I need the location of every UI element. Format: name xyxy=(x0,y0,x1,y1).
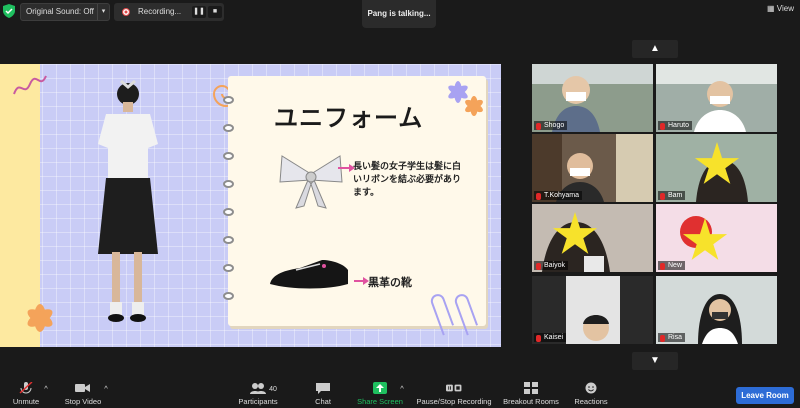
binder-ring xyxy=(223,236,234,244)
record-icon xyxy=(122,8,130,16)
breakout-rooms-icon xyxy=(524,382,538,394)
view-button[interactable]: ▦ View xyxy=(767,4,794,13)
chat-button[interactable]: Chat xyxy=(308,382,338,406)
share-options-caret[interactable]: ^ xyxy=(398,384,406,393)
white-ribbon-image xyxy=(279,155,343,209)
gallery-scroll-down-button[interactable]: ▼ xyxy=(632,352,678,370)
pause-stop-icon xyxy=(446,384,462,392)
flower-decoration xyxy=(448,81,483,116)
gallery-scroll-up-button[interactable]: ▲ xyxy=(632,40,678,58)
shared-screen-slide: ユニフォーム 長い髪の女子学生は髪に白いリボンを結ぶ必要があります。 黒革の靴 xyxy=(0,64,501,347)
stop-video-button[interactable]: Stop Video xyxy=(60,382,106,406)
smiley-icon xyxy=(585,382,597,394)
chevron-up-icon: ▲ xyxy=(650,43,660,54)
chevron-down-icon[interactable]: ▾ xyxy=(97,4,109,20)
meeting-toolbar: Unmute ^ Stop Video ^ Participants 40 Ch… xyxy=(0,378,800,408)
participant-name: Haruto xyxy=(658,121,693,130)
binder-ring xyxy=(223,208,234,216)
participant-tile[interactable]: Shogo xyxy=(532,64,653,132)
chevron-down-icon: ▼ xyxy=(650,355,660,366)
slide-title: ユニフォーム xyxy=(274,105,424,132)
top-bar: Original Sound: Off ▾ Recording... ❚❚ ■ P… xyxy=(0,0,800,28)
unmute-button[interactable]: Unmute xyxy=(8,382,44,406)
participants-label: Participants xyxy=(238,397,278,406)
chat-bubble-icon xyxy=(316,383,330,394)
participant-tile[interactable]: Haruto xyxy=(656,64,777,132)
breakout-rooms-button[interactable]: Breakout Rooms xyxy=(500,382,562,406)
original-sound-label: Original Sound: Off xyxy=(26,7,94,16)
flower-decoration xyxy=(27,304,53,332)
participant-name: Kaisei xyxy=(534,333,567,342)
participant-name: Bam xyxy=(658,191,686,200)
participant-tile[interactable]: T.Kohyama xyxy=(532,134,653,202)
paperclip-decoration xyxy=(430,294,478,336)
chat-label: Chat xyxy=(315,397,331,406)
participants-icon xyxy=(250,383,266,394)
grid-icon: ▦ xyxy=(767,4,777,13)
participants-count: 40 xyxy=(269,386,277,393)
shoe-description: 黒革の靴 xyxy=(368,277,412,289)
share-screen-label: Share Screen xyxy=(357,397,403,406)
participant-name: Baiyok xyxy=(534,261,569,270)
pause-stop-recording-label: Pause/Stop Recording xyxy=(416,397,492,406)
participant-tile[interactable]: Bam xyxy=(656,134,777,202)
participant-name: T.Kohyama xyxy=(534,191,583,200)
participant-tile[interactable]: Kaisei xyxy=(532,276,653,344)
binder-ring xyxy=(223,264,234,272)
ribbon-description: 長い髪の女子学生は髪に白いリボンを結ぶ必要があります。 xyxy=(353,161,462,197)
participant-tile[interactable]: Baiyok xyxy=(532,204,653,272)
muted-microphone-icon xyxy=(19,382,33,394)
student-uniform-image xyxy=(98,79,158,322)
original-sound-button[interactable]: Original Sound: Off ▾ xyxy=(20,3,110,21)
video-camera-icon xyxy=(75,384,90,392)
leave-room-button[interactable]: Leave Room xyxy=(736,387,794,404)
reactions-label: Reactions xyxy=(574,397,608,406)
recording-label: Recording... xyxy=(138,7,182,16)
arrow-icon xyxy=(338,164,355,172)
audio-options-caret[interactable]: ^ xyxy=(42,384,50,393)
breakout-rooms-label: Breakout Rooms xyxy=(503,397,559,406)
binder-ring xyxy=(223,292,234,300)
active-speaker-indicator: Pang is talking... xyxy=(362,0,436,28)
binder-ring xyxy=(223,124,234,132)
binder-ring xyxy=(223,180,234,188)
binder-ring xyxy=(223,96,234,104)
participant-name: Risa xyxy=(658,333,686,342)
view-label: View xyxy=(776,4,794,13)
pause-recording-button[interactable]: ❚❚ xyxy=(192,6,206,18)
squiggle-decoration xyxy=(13,75,47,95)
pause-stop-recording-button[interactable]: Pause/Stop Recording xyxy=(414,382,494,406)
participant-tile[interactable]: New xyxy=(656,204,777,272)
arrow-icon xyxy=(354,277,369,285)
share-screen-icon xyxy=(373,382,387,394)
reactions-button[interactable]: Reactions xyxy=(572,382,610,406)
video-options-caret[interactable]: ^ xyxy=(102,384,110,393)
participant-name: New xyxy=(658,261,686,270)
stop-video-label: Stop Video xyxy=(64,397,102,406)
unmute-label: Unmute xyxy=(12,397,40,406)
binder-ring xyxy=(223,152,234,160)
stop-recording-button[interactable]: ■ xyxy=(208,6,222,18)
participant-name: Shogo xyxy=(534,121,568,130)
participant-tile[interactable]: Risa xyxy=(656,276,777,344)
recording-status: Recording... ❚❚ ■ xyxy=(114,3,224,21)
security-shield-icon[interactable] xyxy=(3,4,15,18)
black-shoe-image xyxy=(270,260,348,289)
